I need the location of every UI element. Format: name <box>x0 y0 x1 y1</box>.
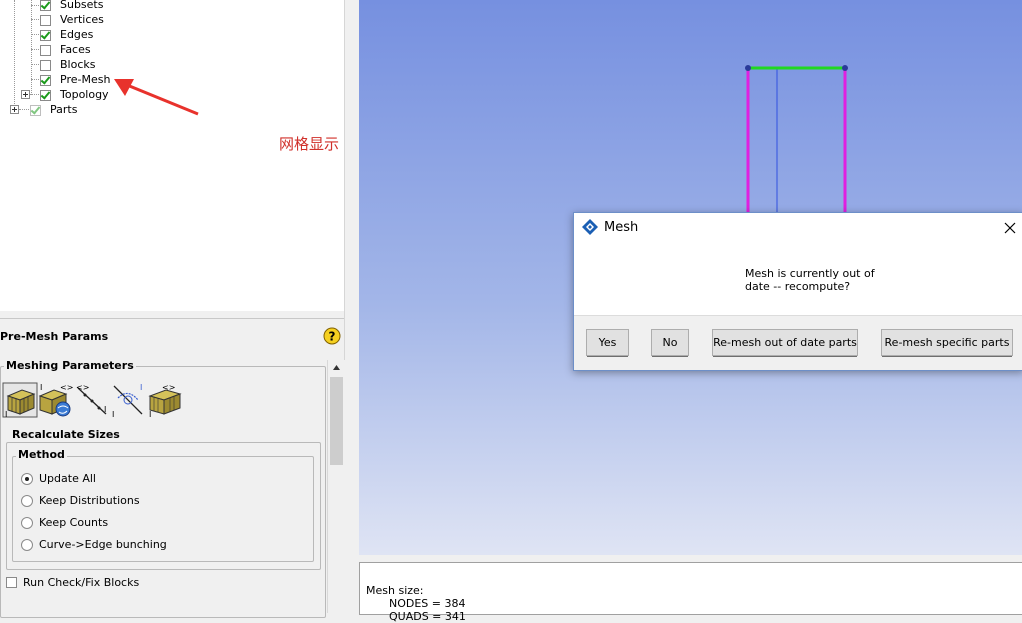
tree-connector-line <box>14 0 15 110</box>
method-radio-curve-edge-bunching[interactable] <box>21 539 33 551</box>
tree-connector-line <box>31 79 39 80</box>
help-icon[interactable]: ? <box>323 327 341 345</box>
svg-text:I: I <box>104 405 106 414</box>
tree-connector-line <box>31 19 39 20</box>
tree-connector-line <box>19 109 29 110</box>
vertices-checkbox[interactable] <box>40 15 51 26</box>
console-splitter[interactable] <box>359 555 1022 562</box>
recalculate-sizes-label: Recalculate Sizes <box>10 428 122 441</box>
premesh-params-block-icon[interactable]: I <box>2 382 38 418</box>
dialog-message-area: Mesh is currently out of date -- recompu… <box>574 242 1022 316</box>
svg-text:<>: <> <box>162 383 175 392</box>
topology-expand-icon[interactable] <box>21 90 30 99</box>
mesh-dialog: Mesh Mesh is currently out of date -- re… <box>573 212 1022 371</box>
run-check-label[interactable]: Run Check/Fix Blocks <box>23 576 139 589</box>
vertex-point <box>745 65 751 71</box>
method-option-label[interactable]: Keep Distributions <box>39 494 140 507</box>
tree-item-faces[interactable]: Faces <box>60 42 91 57</box>
tree-connector-line <box>31 64 39 65</box>
scroll-up-button[interactable] <box>329 360 344 375</box>
premesh-checkbox[interactable] <box>40 75 51 86</box>
svg-text:<>: <> <box>60 383 73 392</box>
method-option-label[interactable]: Update All <box>39 472 96 485</box>
panel-splitter[interactable] <box>344 0 359 613</box>
parts-expand-icon[interactable] <box>10 105 19 114</box>
dialog-message-line: Mesh is currently out of <box>745 267 875 280</box>
method-radio-update-all[interactable] <box>21 473 33 485</box>
tree-item-blocks[interactable]: Blocks <box>60 57 95 72</box>
vertex-point <box>842 65 848 71</box>
dialog-message-line: date -- recompute? <box>745 280 851 293</box>
method-label: Method <box>16 448 67 461</box>
scroll-thumb[interactable] <box>330 377 343 465</box>
subsets-checkbox[interactable] <box>40 0 51 11</box>
tree-item-premesh[interactable]: Pre-Mesh <box>60 72 110 87</box>
console-line: NODES = 384 <box>389 597 466 610</box>
svg-text:?: ? <box>329 330 336 344</box>
tree-item-subsets[interactable]: Subsets <box>60 0 103 12</box>
edges-checkbox[interactable] <box>40 30 51 41</box>
run-check-checkbox[interactable] <box>6 577 17 588</box>
tree-item-topology[interactable]: Topology <box>60 87 109 102</box>
method-option-label[interactable]: Curve->Edge bunching <box>39 538 167 551</box>
panel-title: Pre-Mesh Params <box>0 330 109 343</box>
tree-connector-line <box>31 5 39 6</box>
remesh-out-of-date-button[interactable]: Re-mesh out of date parts <box>712 329 858 357</box>
tree-connector-line <box>31 49 39 50</box>
tree-connector-line <box>30 94 39 95</box>
dialog-titlebar[interactable]: Mesh <box>574 213 1022 242</box>
match-edges-icon[interactable]: I I <box>110 382 146 418</box>
svg-text:I: I <box>5 410 7 418</box>
method-radio-keep-distributions[interactable] <box>21 495 33 507</box>
no-button[interactable]: No <box>651 329 689 357</box>
close-icon[interactable] <box>1004 222 1016 234</box>
tree-connector-line <box>31 34 39 35</box>
tree-connector-line <box>31 0 32 95</box>
method-radio-keep-counts[interactable] <box>21 517 33 529</box>
svg-text:I: I <box>140 383 142 392</box>
meshing-parameters-label: Meshing Parameters <box>4 359 136 372</box>
annotation-note: 网格显示 <box>279 135 340 153</box>
method-option-label[interactable]: Keep Counts <box>39 516 108 529</box>
faces-checkbox[interactable] <box>40 45 51 56</box>
yes-button[interactable]: Yes <box>586 329 629 357</box>
console-line: Mesh size: <box>366 584 424 597</box>
model-tree-panel: Subsets Vertices Edges Faces Blocks Pre-… <box>0 0 344 311</box>
scan-sizes-icon[interactable]: I <> <box>38 382 74 418</box>
parts-checkbox[interactable] <box>30 105 41 116</box>
console-line: QUADS = 341 <box>389 610 466 623</box>
tree-item-vertices[interactable]: Vertices <box>60 12 104 27</box>
message-console: Mesh size: NODES = 384 QUADS = 341 <box>359 562 1022 623</box>
topology-checkbox[interactable] <box>40 90 51 101</box>
params-scrollbar[interactable] <box>327 360 345 613</box>
svg-text:<>: <> <box>76 383 89 392</box>
svg-text:I: I <box>149 410 151 418</box>
app-logo-icon <box>582 219 598 235</box>
annotation-arrow-icon <box>114 79 199 116</box>
refinement-icon[interactable]: <> I <box>146 382 184 418</box>
blocks-checkbox[interactable] <box>40 60 51 71</box>
svg-text:I: I <box>112 410 114 418</box>
edge-params-icon[interactable]: <> I <box>74 382 110 418</box>
remesh-specific-button[interactable]: Re-mesh specific parts <box>881 329 1013 357</box>
svg-text:I: I <box>40 383 42 392</box>
tree-item-parts[interactable]: Parts <box>50 102 77 117</box>
tree-item-edges[interactable]: Edges <box>60 27 93 42</box>
dialog-title: Mesh <box>604 220 639 235</box>
